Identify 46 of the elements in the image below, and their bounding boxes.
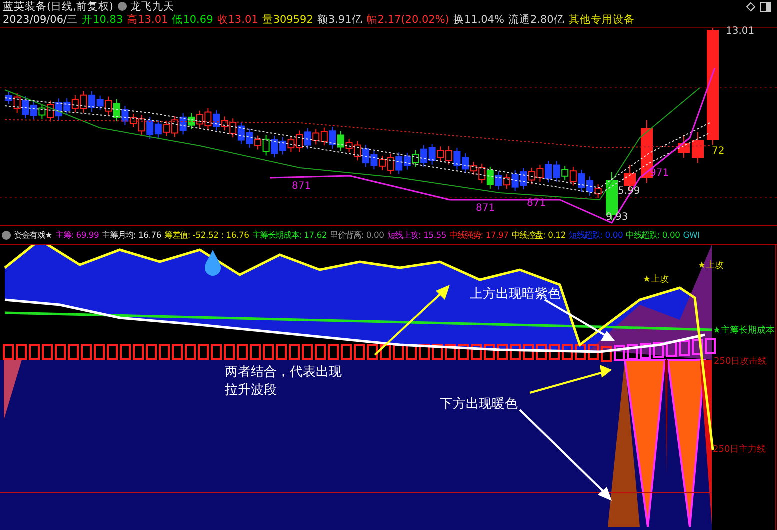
indicator-name[interactable]: 资金有戏★ bbox=[14, 230, 53, 240]
diamond-icon[interactable] bbox=[746, 2, 756, 12]
sector-text: 其他专用设备 bbox=[568, 12, 635, 26]
candlestick bbox=[678, 134, 690, 158]
chart-label: 250日攻击线 bbox=[714, 356, 768, 368]
indicator-value: 主筹长期成本: 17.62 bbox=[252, 230, 328, 240]
annotation-text: 两者结合，代表出现 bbox=[225, 364, 342, 381]
water-drop-icon bbox=[205, 250, 221, 276]
chart-label: 13.01 bbox=[726, 26, 755, 37]
wedge-shape bbox=[4, 360, 22, 420]
chart-label: 871 bbox=[292, 181, 312, 192]
gear-icon[interactable] bbox=[118, 2, 127, 11]
chart-label: 72 bbox=[712, 146, 725, 157]
indicator-tag[interactable]: GWI bbox=[683, 230, 700, 240]
quote-value: 开10.83 bbox=[82, 12, 124, 26]
indicator-value: 筹差值: -52.52 : 16.76 bbox=[164, 230, 250, 240]
indicator-value: 主筹月均: 16.76 bbox=[102, 230, 162, 240]
window-icon[interactable] bbox=[760, 2, 771, 12]
formula-name[interactable]: 龙飞九天 bbox=[130, 0, 175, 14]
quote-value: 额3.91亿 bbox=[317, 12, 363, 26]
arrow bbox=[544, 299, 615, 341]
candlestick bbox=[692, 132, 704, 164]
chart-label: 871 bbox=[476, 203, 496, 214]
date-text: 2023/09/06/三 bbox=[3, 12, 78, 26]
indicator-value: 中线控盘: 0.12 bbox=[512, 230, 566, 240]
chart-label: ★上攻 bbox=[643, 274, 670, 286]
gear-icon[interactable] bbox=[2, 230, 11, 240]
quote-value: 量309592 bbox=[262, 12, 314, 26]
quote-value: 换11.04% bbox=[453, 12, 504, 26]
indicator-value: 主筹: 69.99 bbox=[56, 230, 100, 240]
stock-title: 蓝英装备(日线,前复权) bbox=[3, 0, 114, 14]
annotation-text: 下方出现暖色 bbox=[440, 396, 518, 413]
indicator-value: 中线强势: 17.97 bbox=[450, 230, 509, 240]
indicator-value: 短线超跌: 0.00 bbox=[568, 230, 624, 240]
chart-label: ★主筹长期成本 bbox=[713, 324, 776, 337]
quote-value: 高13.01 bbox=[127, 12, 168, 26]
annotation-text: 上方出现暗紫色 bbox=[470, 286, 561, 303]
quote-value: 流通2.80亿 bbox=[508, 12, 565, 26]
quote-value: 幅2.17(20.02%) bbox=[366, 12, 450, 26]
annotation-text: 拉升波段 bbox=[225, 382, 277, 399]
indicator-value: 中线超跌: 0.00 bbox=[626, 230, 680, 240]
indicator-value: 短线上攻: 15.55 bbox=[387, 230, 447, 240]
quote-value: 收13.01 bbox=[217, 12, 258, 26]
indicator-value: 里价背离: 0.00 bbox=[330, 230, 384, 240]
chart-label: 250日主力线 bbox=[713, 444, 766, 456]
quote-value: 低10.69 bbox=[172, 12, 214, 26]
